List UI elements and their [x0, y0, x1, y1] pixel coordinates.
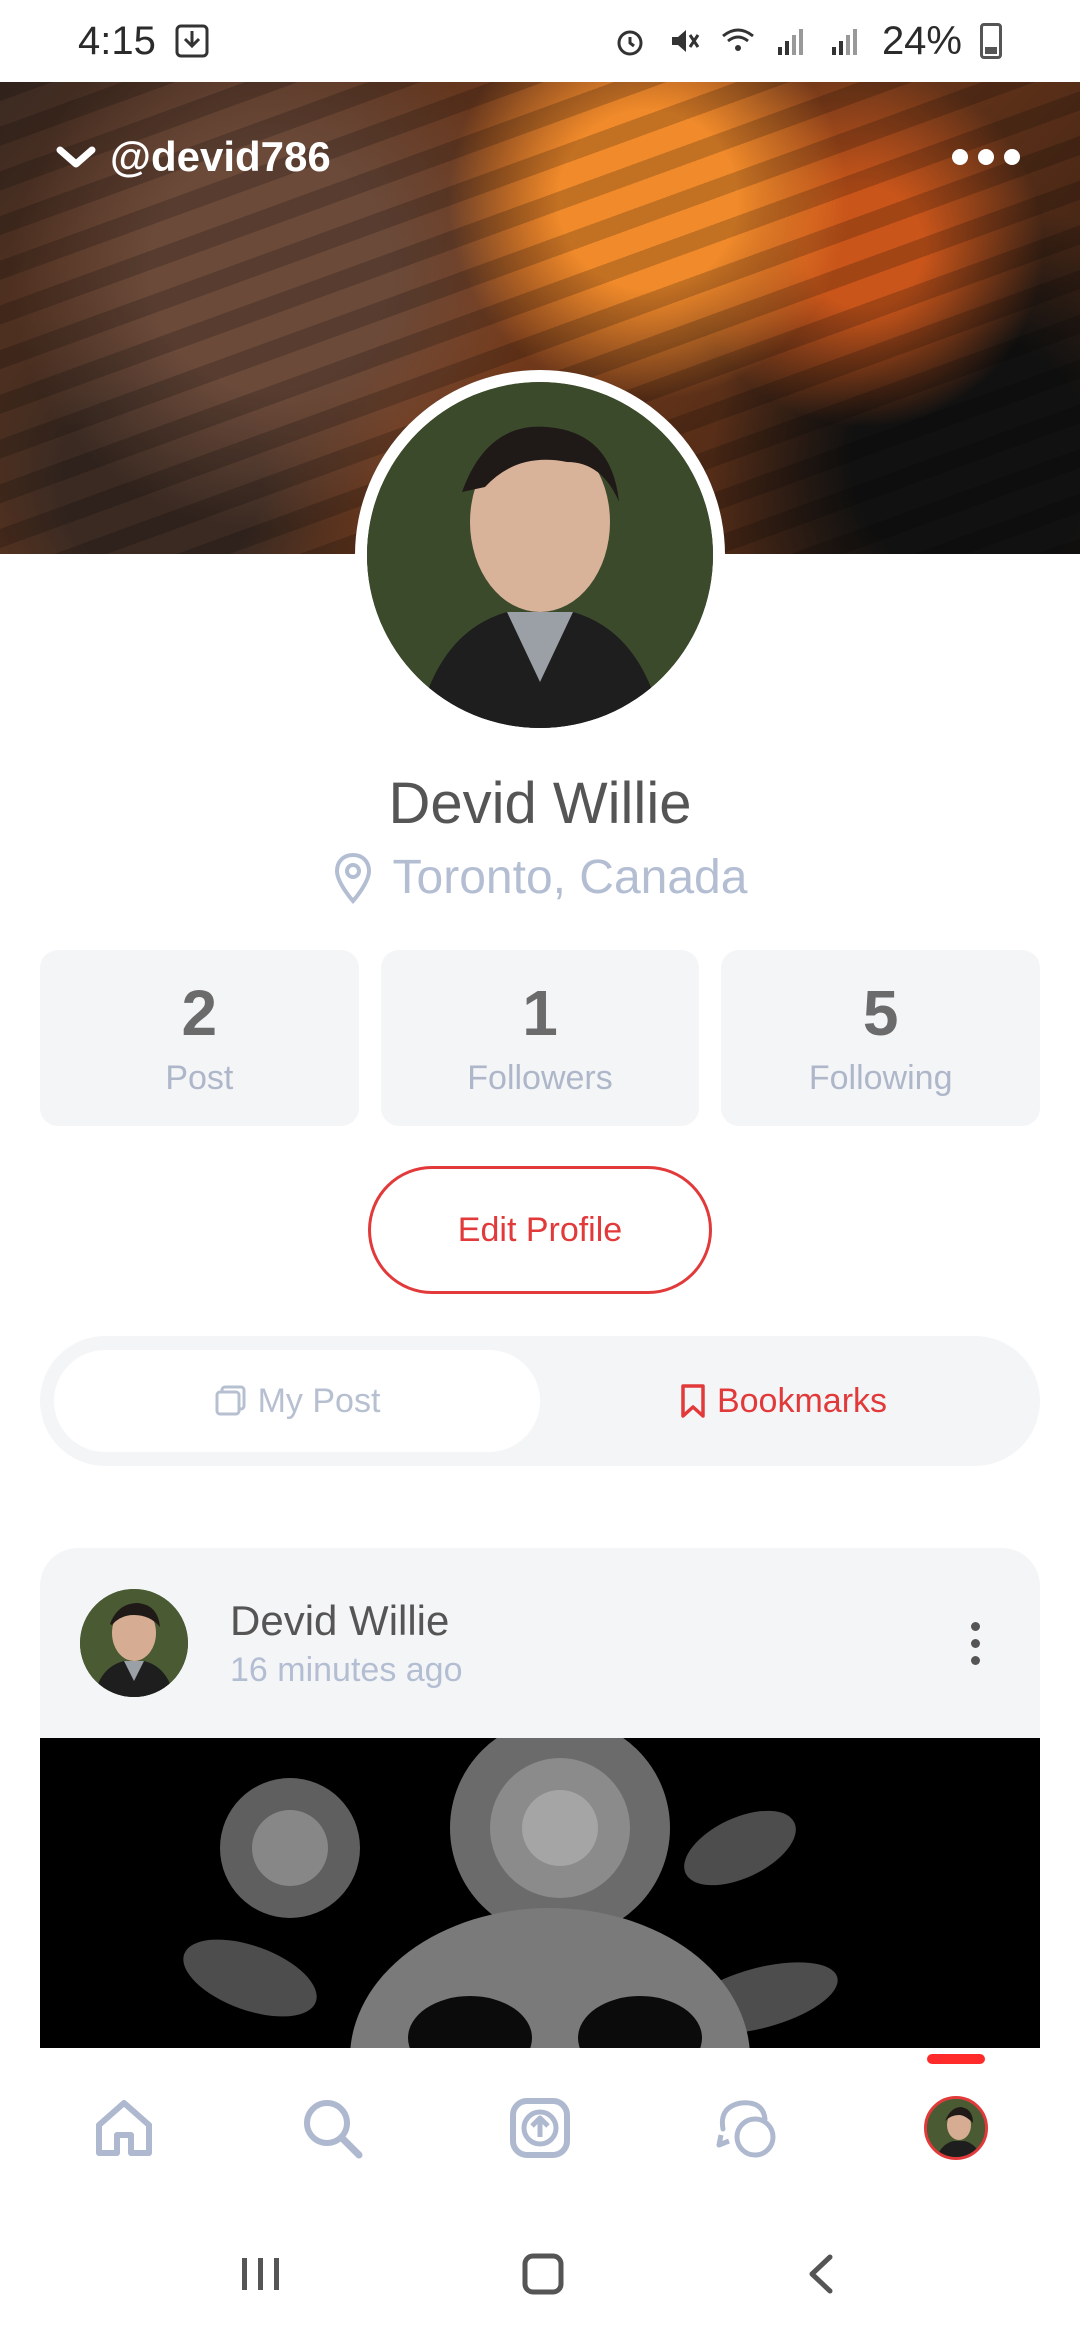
account-switcher[interactable]: @devid786	[54, 133, 331, 181]
post-card: Devid Willie 16 minutes ago	[40, 1548, 1040, 2048]
nav-chat[interactable]	[688, 2068, 808, 2188]
profile-topbar: @devid786	[0, 82, 1080, 232]
avatar-portrait	[367, 382, 713, 728]
bookmark-icon	[681, 1384, 705, 1418]
signal-icon-2	[831, 29, 857, 55]
battery-percent: 24%	[881, 18, 962, 63]
nav-home[interactable]	[64, 2068, 184, 2188]
avatar-portrait	[927, 2099, 985, 2157]
home-button-icon[interactable]	[520, 2251, 566, 2297]
tab-label: My Post	[257, 1381, 381, 1420]
copy-icon	[215, 1385, 246, 1416]
stat-followers[interactable]: 1 Followers	[380, 950, 700, 1126]
mute-icon	[671, 30, 700, 52]
status-left: 4:15	[78, 19, 210, 64]
profile-location: Toronto, Canada	[0, 850, 1080, 905]
nav-profile[interactable]	[896, 2054, 1016, 2188]
post-menu-button[interactable]	[951, 1612, 1000, 1675]
more-options-button[interactable]	[942, 135, 1030, 179]
post-time: 16 minutes ago	[230, 1650, 463, 1689]
back-icon[interactable]	[802, 2251, 842, 2297]
post-author: Devid Willie	[230, 1596, 450, 1644]
profile-avatar[interactable]	[367, 382, 713, 728]
chat-icon	[716, 2100, 776, 2158]
system-nav	[0, 2208, 1080, 2340]
nav-profile-avatar	[924, 2096, 988, 2160]
profile-stats: 2 Post 1 Followers 5 Following	[40, 950, 1041, 1126]
chevron-down-icon	[56, 146, 96, 168]
location-pin-icon	[334, 852, 371, 904]
tab-bookmarks[interactable]: Bookmarks	[540, 1350, 1026, 1452]
menu-dot	[971, 1621, 980, 1631]
more-dot	[978, 149, 994, 165]
tab-label: Bookmarks	[716, 1381, 888, 1420]
stat-label: Following	[808, 1058, 953, 1097]
edit-profile-button[interactable]: Edit Profile	[368, 1166, 712, 1294]
menu-dot	[971, 1655, 980, 1665]
stat-value: 2	[181, 977, 218, 1050]
tab-my-post[interactable]: My Post	[54, 1350, 540, 1452]
profile-handle: @devid786	[110, 133, 331, 180]
post-author-avatar[interactable]	[80, 1589, 188, 1697]
signal-icon	[777, 29, 803, 55]
status-right: 24%	[612, 19, 1002, 64]
stat-value: 5	[862, 977, 899, 1050]
nav-search[interactable]	[272, 2068, 392, 2188]
stat-posts[interactable]: 2 Post	[40, 950, 359, 1126]
menu-dot	[971, 1638, 980, 1648]
battery-icon	[980, 23, 1002, 59]
avatar-portrait	[80, 1589, 188, 1697]
home-icon	[96, 2100, 152, 2156]
download-icon	[175, 24, 209, 58]
wifi-icon	[722, 28, 754, 51]
stat-label: Post	[165, 1058, 234, 1097]
profile-avatar-ring	[355, 370, 725, 740]
active-indicator	[927, 2054, 985, 2064]
stat-following[interactable]: 5 Following	[721, 950, 1041, 1126]
post-image[interactable]	[40, 1738, 1040, 2048]
more-dot	[952, 149, 968, 165]
alarm-icon	[617, 30, 643, 56]
nav-upload[interactable]	[480, 2068, 600, 2188]
post-meta: Devid Willie 16 minutes ago	[230, 1597, 951, 1690]
status-time: 4:15	[78, 18, 156, 63]
bottom-nav	[0, 2048, 1080, 2208]
recent-apps-icon[interactable]	[238, 2254, 284, 2294]
post-artwork	[40, 1738, 1040, 2048]
more-dot	[1004, 149, 1020, 165]
location-text: Toronto, Canada	[392, 851, 748, 904]
stat-label: Followers	[467, 1058, 613, 1097]
status-bar: 4:15 24%	[0, 0, 1080, 82]
upload-icon	[510, 2098, 570, 2158]
search-icon	[304, 2100, 363, 2159]
profile-name: Devid Willie	[388, 771, 692, 836]
post-header: Devid Willie 16 minutes ago	[40, 1548, 1040, 1738]
profile-tabs: My Post Bookmarks	[40, 1336, 1040, 1466]
stat-value: 1	[522, 977, 558, 1050]
